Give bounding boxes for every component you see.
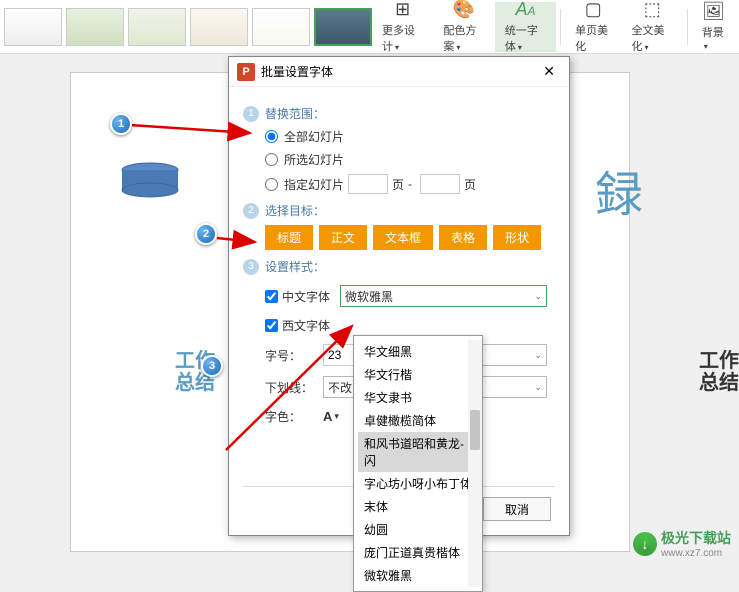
thumb-3[interactable] — [128, 8, 186, 46]
font-option-0[interactable]: 华文细黑 — [358, 340, 478, 363]
thumb-6[interactable] — [314, 8, 372, 46]
tag-body[interactable]: 正文 — [319, 225, 367, 250]
cylinder-shape — [120, 162, 180, 198]
thumb-5[interactable] — [252, 8, 310, 46]
radio-selected-slides[interactable] — [265, 153, 278, 166]
watermark: ↓ 极光下载站 www.xz7.com — [633, 528, 731, 559]
bg-text-lu: 録 — [595, 155, 643, 225]
chinese-font-value: 微软雅黑 — [345, 288, 534, 305]
annotation-arrow-3 — [222, 320, 362, 460]
page-icon: ▢ — [585, 0, 602, 20]
color-scheme-label: 配色方案 — [443, 22, 484, 54]
step-2-label: 选择目标： — [265, 202, 325, 219]
chinese-font-combo[interactable]: 微软雅黑 ⌄ — [340, 285, 547, 307]
full-doc-label: 全文美化 — [632, 22, 673, 54]
annotation-badge-3: 3 — [201, 355, 223, 377]
radio-selected-label: 所选幻灯片 — [284, 151, 344, 168]
background-label: 背景 — [702, 24, 725, 52]
tag-title[interactable]: 标题 — [265, 225, 313, 250]
chinese-font-checkbox[interactable] — [265, 290, 278, 303]
scrollbar-thumb[interactable] — [470, 410, 480, 450]
image-icon: 🖼 — [702, 1, 725, 22]
full-doc-button[interactable]: ⬚ 全文美化 — [622, 2, 683, 52]
tag-textbox[interactable]: 文本框 — [373, 225, 433, 250]
background-button[interactable]: 🖼 背景 — [692, 2, 735, 52]
font-option-4[interactable]: 和风书道昭和黄龙-闪 — [358, 432, 478, 472]
page-from-input[interactable] — [348, 174, 388, 194]
grid-icon: ⊞ — [395, 0, 410, 20]
page-unit-1-label: 页 — [392, 176, 404, 193]
radio-all-label: 全部幻灯片 — [284, 128, 344, 145]
font-option-2[interactable]: 华文隶书 — [358, 386, 478, 409]
step-3-label: 设置样式： — [265, 258, 325, 275]
step-3-badge: 3 — [243, 259, 259, 275]
font-option-6[interactable]: 末体 — [358, 495, 478, 518]
more-design-button[interactable]: ⊞ 更多设计 — [372, 2, 433, 52]
unify-font-button[interactable]: AA 统一字体 — [495, 2, 556, 52]
bg-text-work-right: 工作总结 — [699, 350, 739, 394]
unify-font-label: 统一字体 — [505, 22, 546, 54]
close-button[interactable]: ✕ — [537, 61, 561, 82]
dialog-title: 批量设置字体 — [261, 63, 537, 80]
step-1-label: 替换范围： — [265, 105, 325, 122]
chevron-down-icon: ⌄ — [534, 291, 542, 302]
single-page-label: 单页美化 — [575, 22, 611, 54]
thumb-4[interactable] — [190, 8, 248, 46]
radio-all-slides[interactable] — [265, 130, 278, 143]
radio-specify-slides[interactable] — [265, 178, 278, 191]
step-2-badge: 2 — [243, 203, 259, 219]
chinese-font-label: 中文字体 — [282, 288, 340, 305]
font-option-7[interactable]: 幼圆 — [358, 518, 478, 541]
top-toolbar: ⊞ 更多设计 🎨 配色方案 AA 统一字体 ▢ 单页美化 ⬚ 全文美化 🖼 背景 — [0, 0, 739, 54]
palette-icon: 🎨 — [453, 0, 475, 20]
thumb-2[interactable] — [66, 8, 124, 46]
font-dropdown: 华文细黑 华文行楷 华文隶书 卓健橄榄简体 和风书道昭和黄龙-闪 字心坊小呀小布… — [353, 335, 483, 592]
tag-table[interactable]: 表格 — [439, 225, 487, 250]
dropdown-scrollbar[interactable] — [468, 340, 482, 587]
template-thumbnails — [4, 8, 372, 46]
cube-icon: ⬚ — [644, 0, 661, 20]
chevron-down-icon: ⌄ — [534, 350, 542, 361]
more-design-label: 更多设计 — [382, 22, 423, 54]
font-option-5[interactable]: 字心坊小呀小布丁体 — [358, 472, 478, 495]
font-option-3[interactable]: 卓健橄榄简体 — [358, 409, 478, 432]
cancel-button[interactable]: 取消 — [483, 497, 551, 521]
app-icon: P — [237, 63, 255, 81]
annotation-badge-2: 2 — [195, 223, 217, 245]
font-option-8[interactable]: 庞门正道真贵楷体 — [358, 541, 478, 564]
annotation-arrow-2 — [215, 228, 263, 250]
page-sep-label: - — [408, 177, 412, 191]
color-scheme-button[interactable]: 🎨 配色方案 — [433, 2, 494, 52]
chevron-down-icon: ⌄ — [534, 382, 542, 393]
font-option-9[interactable]: 微软雅黑 — [358, 564, 478, 587]
dialog-titlebar: P 批量设置字体 ✕ — [229, 57, 569, 87]
font-icon: AA — [516, 0, 536, 20]
thumb-1[interactable] — [4, 8, 62, 46]
watermark-url: www.xz7.com — [661, 548, 731, 559]
page-to-input[interactable] — [420, 174, 460, 194]
annotation-badge-1: 1 — [110, 113, 132, 135]
tag-shape[interactable]: 形状 — [493, 225, 541, 250]
watermark-logo-icon: ↓ — [633, 532, 657, 556]
font-option-1[interactable]: 华文行楷 — [358, 363, 478, 386]
single-page-button[interactable]: ▢ 单页美化 — [565, 2, 621, 52]
target-buttons: 标题 正文 文本框 表格 形状 — [265, 225, 555, 250]
annotation-arrow-1 — [128, 115, 258, 145]
watermark-name: 极光下载站 — [661, 530, 731, 546]
radio-specify-label: 指定幻灯片 — [284, 176, 344, 193]
page-unit-2-label: 页 — [464, 176, 476, 193]
